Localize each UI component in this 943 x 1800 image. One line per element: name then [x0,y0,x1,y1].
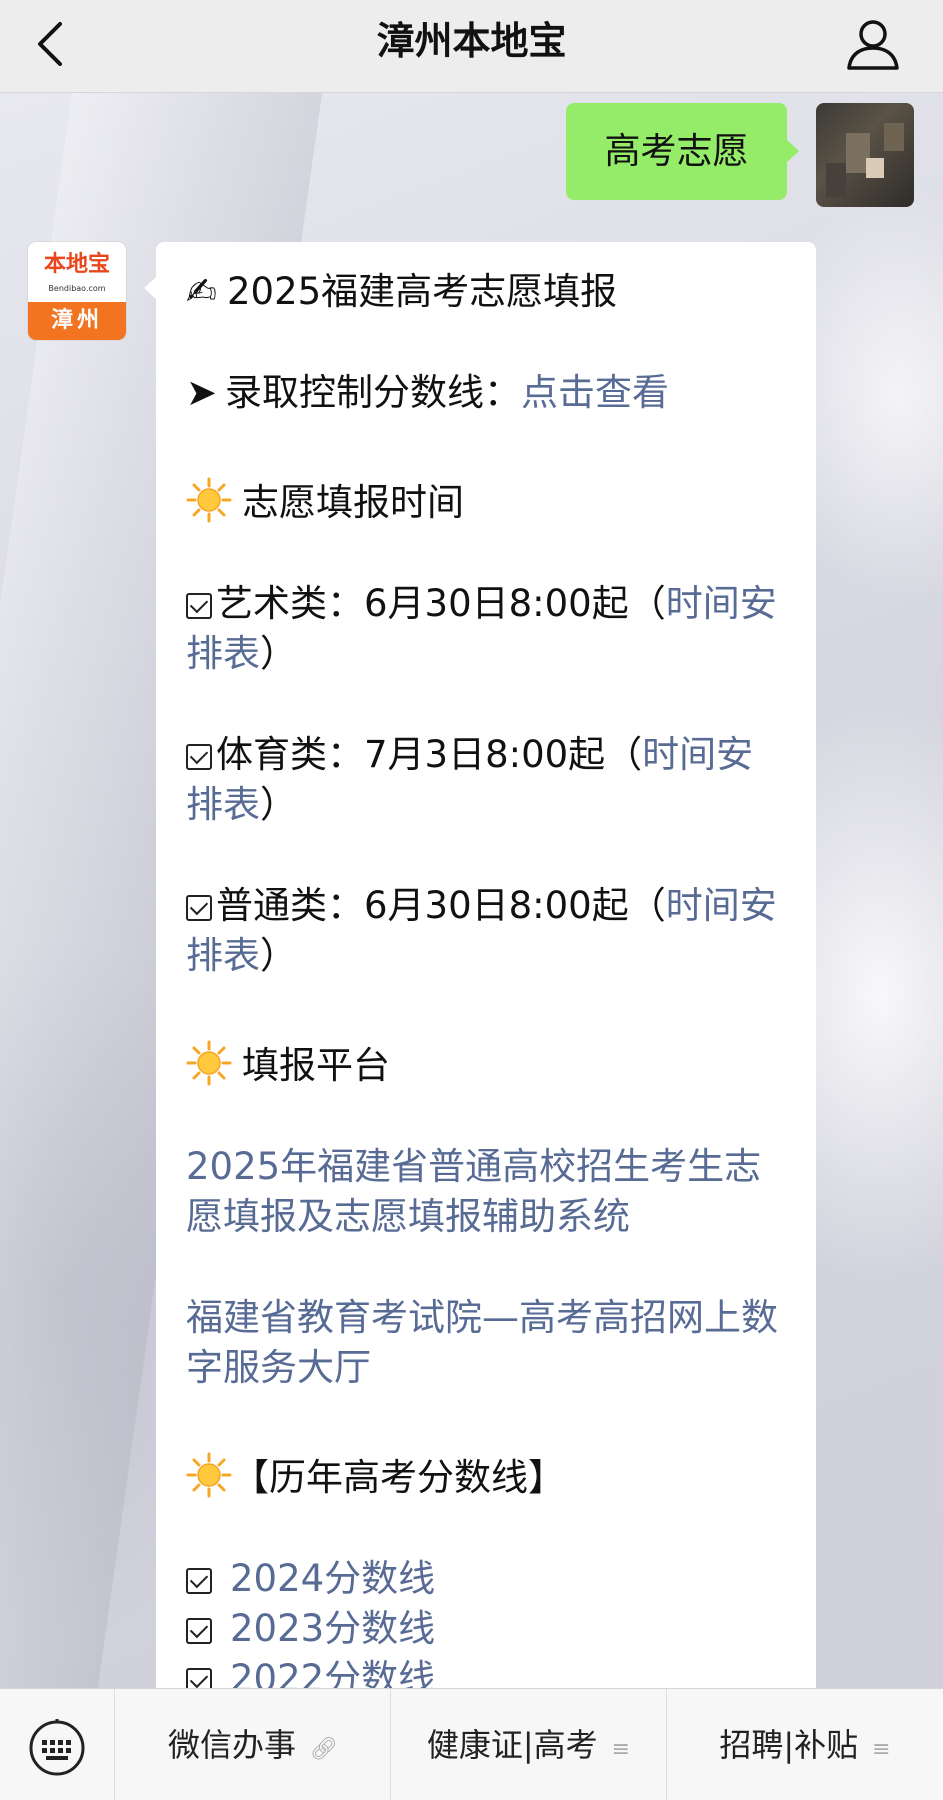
checkbox-icon [186,1568,212,1594]
menu-item-jobs-subsidy[interactable]: 招聘|补贴 ≡ [667,1689,943,1800]
avatar-logo-sub: Bendibao.com [48,284,106,293]
art-schedule-row: 艺术类：6月30日8:00起（时间安排表） [186,582,777,675]
arrow-right-icon: ➤ [186,371,218,414]
top-bar: 漳州本地宝 [0,0,943,93]
general-schedule-row: 普通类：6月30日8:00起（时间安排表） [186,884,777,977]
link-icon: 🔗︎ [310,1737,338,1762]
control-line-row: ➤ 录取控制分数线：点击查看 [186,368,786,418]
user-icon [847,20,899,70]
keyboard-toggle-button[interactable] [0,1689,115,1800]
sun-icon [186,477,232,523]
menu-lines-icon: ≡ [872,1737,891,1762]
reply-heading: ✍ 2025福建高考志愿填报 [186,267,786,317]
bottom-menu-bar: 微信办事 🔗︎ 健康证|高考 ≡ 招聘|补贴 ≡ [0,1688,943,1800]
avatar-city: 漳州 [28,302,126,340]
score-2024-row: 2024分数线 [186,1554,786,1604]
user-avatar[interactable] [816,103,914,207]
checkbox-icon [186,895,212,921]
score-2023-row: 2023分数线 [186,1604,786,1654]
exam-hall-link[interactable]: 福建省教育考试院—高考高招网上数字服务大厅 [186,1293,786,1393]
page-title: 漳州本地宝 [376,19,567,63]
sun-icon [186,1040,232,1086]
score-2024-link[interactable]: 2024分数线 [230,1557,435,1600]
checkbox-icon [186,1618,212,1644]
menu-lines-icon: ≡ [611,1737,631,1762]
sun-icon [186,1452,232,1498]
avatar-logo-text: 本地宝 [43,251,110,277]
bot-avatar[interactable]: 本地宝 Bendibao.com 漳州 [28,242,126,340]
checkbox-icon [186,593,212,619]
section-time-heading: 志愿填报时间 [186,469,786,528]
score-2023-link[interactable]: 2023分数线 [230,1607,435,1650]
checkbox-icon [186,744,212,770]
writing-hand-icon: ✍ [186,270,218,313]
keyboard-icon [29,1719,85,1776]
sports-schedule-row: 体育类：7月3日8:00起（时间安排表） [186,733,754,826]
platform-system-link[interactable]: 2025年福建省普通高校招生考生志愿填报及志愿填报辅助系统 [186,1142,786,1242]
section-platform-heading: 填报平台 [186,1032,786,1091]
menu-item-health-exam[interactable]: 健康证|高考 ≡ [391,1689,667,1800]
control-line-link[interactable]: 点击查看 [521,371,669,414]
section-history-heading: 【历年高考分数线】 [186,1444,786,1503]
reply-message-bubble: ✍ 2025福建高考志愿填报 ➤ 录取控制分数线：点击查看 志愿填报时间 艺术类：6… [144,242,816,1712]
profile-button[interactable] [843,14,903,74]
sent-message-bubble[interactable]: 高考志愿 [566,103,799,200]
menu-item-wechat-services[interactable]: 微信办事 🔗︎ [116,1689,391,1800]
